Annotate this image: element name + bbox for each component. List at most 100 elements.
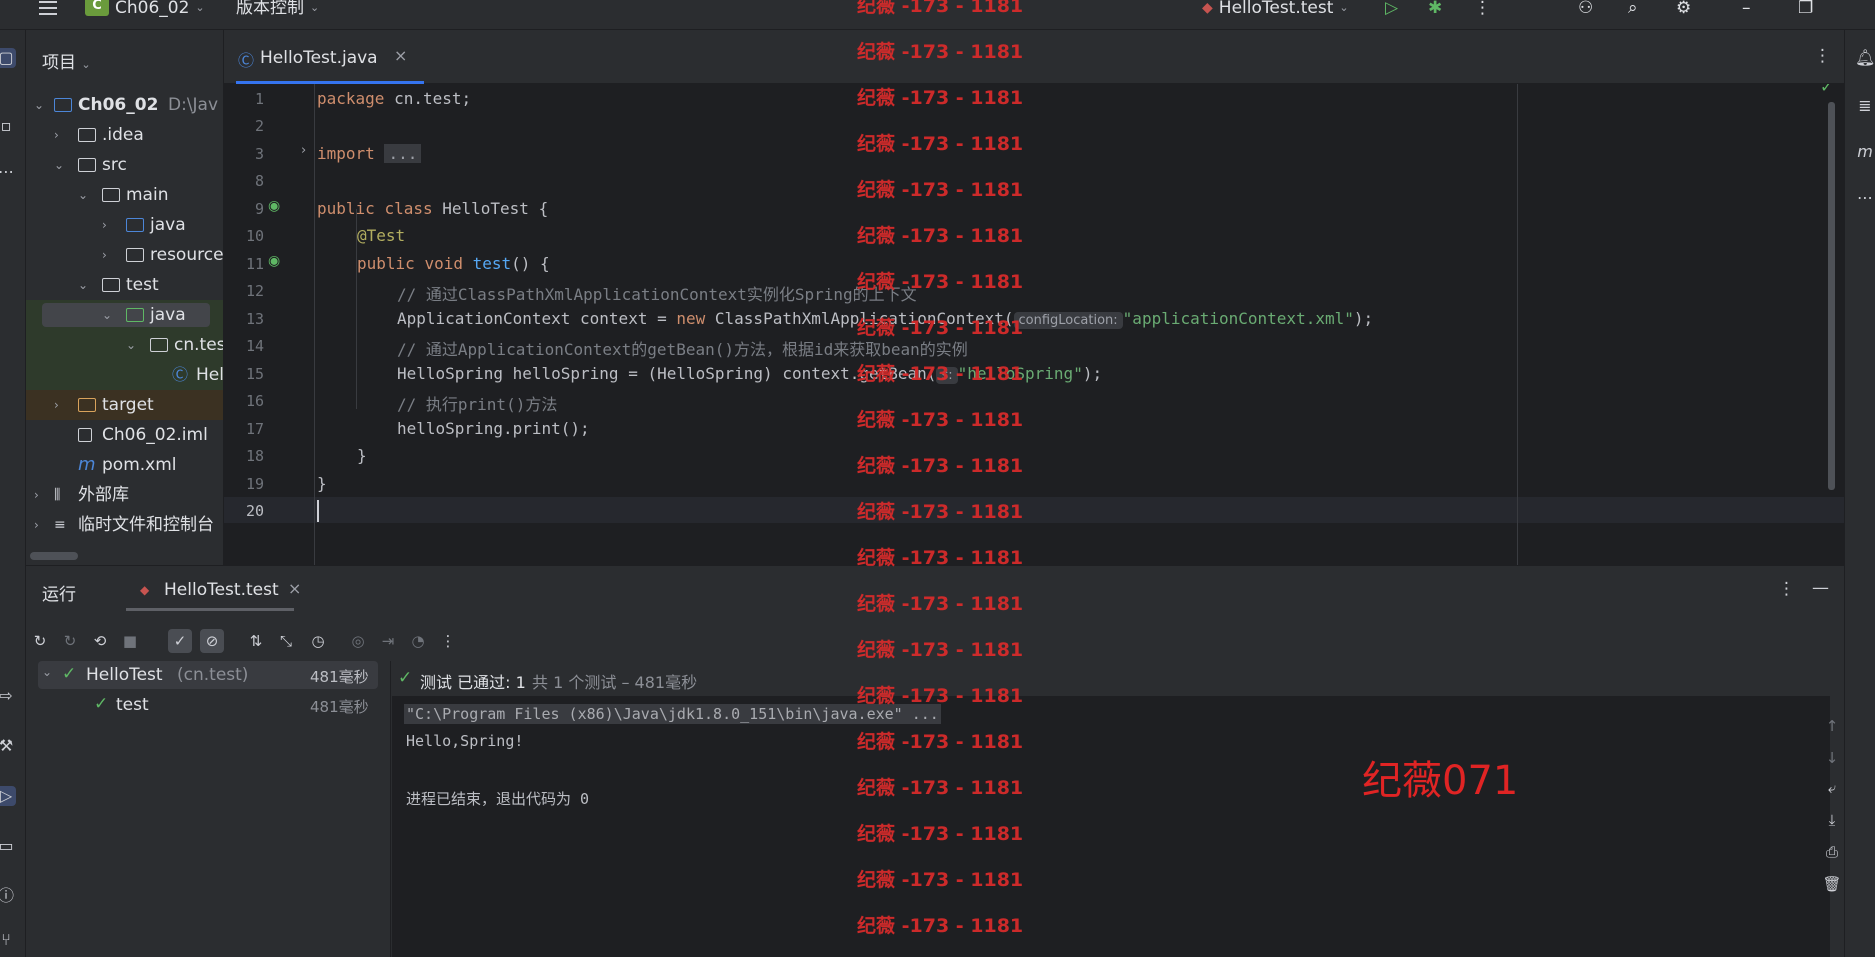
main-menu-icon[interactable] xyxy=(38,0,58,16)
horizontal-scrollbar[interactable] xyxy=(30,552,78,560)
run-tab-label: HelloTest.test xyxy=(164,580,279,600)
database-icon[interactable]: ≣ xyxy=(1855,96,1875,116)
project-switcher[interactable]: C Ch06_02 ⌄ xyxy=(85,0,205,17)
line-number: 14 xyxy=(245,337,264,355)
vertical-scrollbar[interactable] xyxy=(1828,102,1835,490)
tree-node-resources[interactable]: › resource xyxy=(26,240,223,270)
line-number: 17 xyxy=(245,420,264,438)
editor-more-icon[interactable]: ⋮ xyxy=(1814,46,1831,66)
more-tools-icon[interactable]: ⋯ xyxy=(1855,188,1875,208)
tree-node-main-java[interactable]: › java xyxy=(26,210,223,240)
gutter-divider xyxy=(314,84,315,565)
test-node-hellotest[interactable]: ⌄ ✓ HelloTest (cn.test) 481毫秒 xyxy=(38,661,378,689)
git-tool-icon[interactable]: ⑂ xyxy=(0,930,16,950)
sort-icon[interactable]: ⇅ xyxy=(244,629,268,653)
print-icon[interactable]: ⎙ xyxy=(1820,840,1844,864)
clear-trash-icon[interactable]: 🗑︎ xyxy=(1820,872,1844,896)
project-panel: 项目 ⌄ ⌄ Ch06_02 D:\Jav › .idea ⌄ src ⌄ ma… xyxy=(26,30,224,565)
run-config-selector[interactable]: ◆ HelloTest.test ⌄ xyxy=(1202,0,1349,17)
tree-node-pom[interactable]: m pom.xml xyxy=(26,450,223,480)
tree-node-scratches[interactable]: › ≡ 临时文件和控制台 xyxy=(26,510,223,540)
screenshot-icon[interactable]: ◎ xyxy=(346,629,370,653)
folded-imports[interactable]: ... xyxy=(384,144,422,163)
debug-icon[interactable]: ✱ xyxy=(1428,0,1442,17)
collapse-icon[interactable]: ⤡ xyxy=(274,629,298,653)
line-number: 11 xyxy=(245,255,264,273)
close-icon[interactable]: × xyxy=(394,46,407,65)
tree-node-root[interactable]: ⌄ Ch06_02 D:\Jav xyxy=(26,90,223,120)
toolbar-more-icon[interactable]: ⋮ xyxy=(436,629,460,653)
project-tool-icon[interactable]: ▢ xyxy=(0,48,16,68)
code-line-3: import ... xyxy=(317,144,422,163)
code-line-18: } xyxy=(357,446,367,465)
export-icon[interactable]: ⇥ xyxy=(376,629,400,653)
console-output[interactable]: "C:\Program Files (x86)\Java\jdk1.8.0_15… xyxy=(392,696,1830,957)
problems-tool-icon[interactable]: ⓘ xyxy=(0,886,16,906)
run-icon[interactable]: ▷ xyxy=(1385,0,1398,17)
code-text: ApplicationContext context = xyxy=(397,309,677,328)
code-text: () { xyxy=(511,254,550,273)
show-ignored-icon[interactable]: ⊘ xyxy=(200,629,224,653)
soft-wrap-icon[interactable]: ⤶ xyxy=(1820,776,1844,800)
restore-icon[interactable]: ❐ xyxy=(1798,0,1813,17)
stop-icon[interactable]: ■ xyxy=(118,629,142,653)
line-number: 10 xyxy=(245,227,264,245)
run-more-icon[interactable]: ⋮ xyxy=(1778,579,1795,599)
watermark-text: 纪薇 -173 - 1181 xyxy=(857,823,1024,845)
toggle-auto-test-icon[interactable]: ⟲ xyxy=(88,629,112,653)
fold-chevron-icon[interactable]: › xyxy=(301,143,306,158)
editor-tab-hellotest[interactable]: Ⓒ HelloTest.java × xyxy=(236,30,424,84)
run-tool-icon[interactable]: ▷ xyxy=(0,786,16,806)
keyword: package xyxy=(317,89,385,108)
class-icon: Ⓒ xyxy=(238,51,255,70)
tree-node-src[interactable]: ⌄ src xyxy=(26,150,223,180)
vcs-menu[interactable]: 版本控制 ⌄ xyxy=(236,0,319,17)
tree-node-external-libs[interactable]: › ⫼ 外部库 xyxy=(26,480,223,510)
search-icon[interactable]: ⌕ xyxy=(1628,0,1638,17)
terminal-tool-icon[interactable]: ▭ xyxy=(0,836,16,856)
settings-gear-icon[interactable]: ⚙ xyxy=(1676,0,1691,17)
history-icon[interactable]: ◷ xyxy=(306,629,330,653)
scroll-up-icon[interactable]: ↑ xyxy=(1820,714,1844,738)
build-tool-icon[interactable]: ⚒ xyxy=(0,736,16,756)
keyword: class xyxy=(384,199,433,218)
right-margin-guide xyxy=(1517,84,1518,565)
tree-node-label: java xyxy=(150,215,186,235)
tree-node-target[interactable]: › target xyxy=(26,390,223,420)
line-number: 3 xyxy=(254,145,264,163)
scroll-down-icon[interactable]: ↓ xyxy=(1820,746,1844,770)
run-test-class-icon[interactable]: ◉ xyxy=(268,198,280,214)
line-number: 1 xyxy=(254,90,264,108)
run-tab-hellotest[interactable]: ◆ HelloTest.test × xyxy=(114,566,301,612)
watermark-text: 纪薇 -173 - 1181 xyxy=(857,731,1024,753)
close-icon[interactable]: × xyxy=(288,579,301,598)
text-caret xyxy=(317,500,319,522)
tree-node-test-java[interactable]: ⌄ java xyxy=(26,300,223,330)
rerun-failed-icon[interactable]: ↻ xyxy=(58,629,82,653)
tree-node-class[interactable]: Ⓒ Hel xyxy=(26,360,223,390)
tree-node-package[interactable]: ⌄ cn.tes xyxy=(26,330,223,360)
minimize-icon[interactable]: – xyxy=(1742,0,1751,17)
more-icon[interactable]: ⋮ xyxy=(1474,0,1491,17)
coverage-icon[interactable]: ◔ xyxy=(406,629,430,653)
maven-icon[interactable]: m xyxy=(1855,142,1875,162)
code-editor[interactable]: ✓ 1 2 3 8 9 10 11 12 13 14 15 16 17 18 1… xyxy=(224,84,1844,565)
tree-node-iml[interactable]: Ch06_02.iml xyxy=(26,420,223,450)
rerun-icon[interactable]: ↻ xyxy=(28,629,52,653)
add-user-icon[interactable]: ⚇ xyxy=(1578,0,1593,17)
run-test-method-icon[interactable]: ◉ xyxy=(268,253,280,269)
tree-node-test[interactable]: ⌄ test xyxy=(26,270,223,300)
tree-node-main[interactable]: ⌄ main xyxy=(26,180,223,210)
hide-panel-icon[interactable]: — xyxy=(1812,578,1829,598)
more-tools-icon[interactable]: ⋯ xyxy=(0,162,16,182)
test-node-test[interactable]: ✓ test 481毫秒 xyxy=(38,691,378,719)
notifications-icon[interactable]: 🔔︎ xyxy=(1855,48,1875,68)
scroll-to-end-icon[interactable]: ⤓ xyxy=(1820,808,1844,832)
show-passed-icon[interactable]: ✓ xyxy=(168,629,192,653)
project-panel-header[interactable]: 项目 ⌄ xyxy=(42,48,91,73)
chevron-right-icon: › xyxy=(54,398,59,412)
services-tool-icon[interactable]: ⇨ xyxy=(0,686,16,706)
run-panel-title: 运行 xyxy=(42,585,76,605)
commit-tool-icon[interactable]: ▫ xyxy=(0,116,16,136)
tree-node-idea[interactable]: › .idea xyxy=(26,120,223,150)
